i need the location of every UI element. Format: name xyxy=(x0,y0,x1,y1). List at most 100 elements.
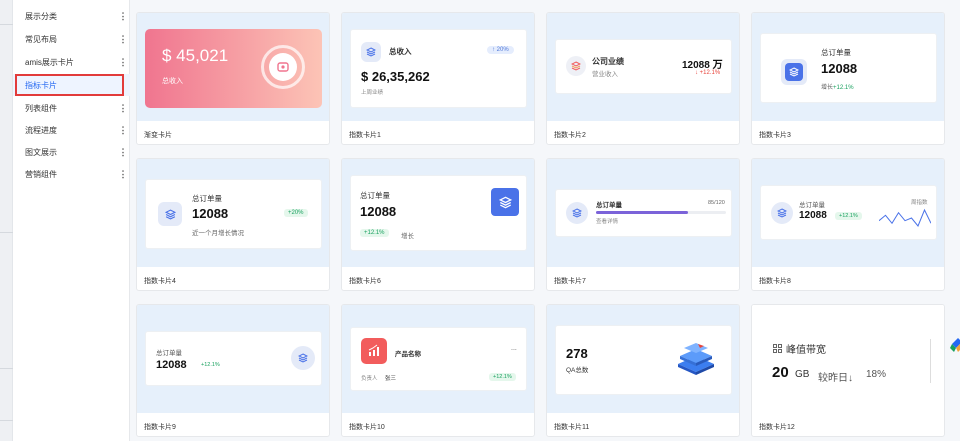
progress-fill xyxy=(596,211,689,214)
card-preview: 总订单量 85/120 查看详情 xyxy=(547,159,739,267)
metric-sub: 增长+12.1% xyxy=(821,82,854,91)
more-vertical-icon[interactable]: ⋮ xyxy=(116,170,130,179)
bar-chart-icon xyxy=(361,338,387,364)
detail-link[interactable]: 查看详情 xyxy=(596,217,618,225)
floating-logo-icon[interactable] xyxy=(950,336,960,354)
owner-label: 负责人 xyxy=(361,376,378,382)
card-preview: 总收入 ↑ 20% $ 26,35,262 上周业绩 xyxy=(342,13,534,121)
metric-title: 总订单量 xyxy=(799,202,825,209)
sidebar-item-common-layout[interactable]: 常见布局 ⋮ xyxy=(13,28,130,50)
sidebar-item-metric-cards[interactable]: 指标卡片 ⋮ xyxy=(13,74,130,96)
more-vertical-icon[interactable]: ⋮ xyxy=(116,148,130,157)
metric-value: 12088 万 xyxy=(682,60,723,71)
qa-total-label: QA总数 xyxy=(566,367,589,374)
more-vertical-icon[interactable]: ⋮ xyxy=(116,81,130,90)
metric-value: 12088 xyxy=(156,359,187,371)
growth-badge: +12.1% xyxy=(489,373,516,381)
card-caption: 指数卡片8 xyxy=(759,278,791,285)
card-preview: 总订单量 12088 增长+12.1% xyxy=(752,13,944,121)
card-preview: 278 QA总数 xyxy=(547,305,739,413)
edge-mark xyxy=(0,24,13,25)
metric-value: $ 26,35,262 xyxy=(361,69,430,84)
sidebar-item-process-progress[interactable]: 流程进度 ⋮ xyxy=(13,119,130,141)
card-preview: 公司业绩 营业收入 12088 万 ↓ +12.1% xyxy=(547,13,739,121)
card-metric-10[interactable]: 产品名称 ... 负责人 张三 +12.1% 指数卡片10 xyxy=(341,304,535,437)
layers-icon xyxy=(566,56,586,76)
card-metric-2[interactable]: 公司业绩 营业收入 12088 万 ↓ +12.1% 指数卡片2 xyxy=(546,12,740,145)
layers-icon xyxy=(785,63,803,81)
sidebar-item-display-category[interactable]: 展示分类 ⋮ xyxy=(13,5,130,27)
metric-value: 12088 xyxy=(360,204,397,219)
card-preview: 产品名称 ... 负责人 张三 +12.1% xyxy=(342,305,534,413)
product-name: 产品名称 xyxy=(395,351,421,358)
edge-mark xyxy=(0,420,13,421)
compare-label: 较昨日↓ xyxy=(818,373,853,384)
card-caption: 指数卡片12 xyxy=(759,424,795,431)
card-metric-8[interactable]: 总订单量 12088 +12.1% 周指数 指数卡片8 xyxy=(751,158,945,291)
card-caption: 指数卡片1 xyxy=(349,132,381,139)
more-vertical-icon[interactable]: ⋮ xyxy=(116,58,130,67)
card-metric-1[interactable]: 总收入 ↑ 20% $ 26,35,262 上周业绩 指数卡片1 xyxy=(341,12,535,145)
growth-badge: +12.1% xyxy=(360,229,389,237)
metric-panel: 总订单量 12088 +12.1% 周指数 xyxy=(760,185,937,240)
sidebar-item-marketing[interactable]: 营销组件 ⋮ xyxy=(13,163,130,185)
card-caption: 渐变卡片 xyxy=(144,132,172,139)
card-caption: 指数卡片9 xyxy=(144,424,176,431)
ring-icon xyxy=(261,45,305,89)
card-metric-4[interactable]: 总订单量 12088 +20% 近一个月增长情况 指数卡片4 xyxy=(136,158,330,291)
more-vertical-icon[interactable]: ⋮ xyxy=(116,104,130,113)
card-gradient[interactable]: $ 45,021 总收入 渐变卡片 xyxy=(136,12,330,145)
metric-value: 12088 xyxy=(799,210,827,221)
left-edge-strip xyxy=(0,0,13,441)
sidebar-item-label: 营销组件 xyxy=(25,169,57,179)
more-vertical-icon[interactable]: ⋮ xyxy=(116,35,130,44)
growth-badge: ↑ 20% xyxy=(487,46,514,54)
more-vertical-icon[interactable]: ⋮ xyxy=(116,126,130,135)
metric-title: 总订单量 xyxy=(192,194,222,203)
card-metric-7[interactable]: 总订单量 85/120 查看详情 指数卡片7 xyxy=(546,158,740,291)
bandwidth-value: 20 xyxy=(772,364,789,381)
card-metric-12[interactable]: 峰值带宽 20 GB 较昨日↓ 18% 指数卡片12 xyxy=(751,304,945,437)
sidebar-item-image-text[interactable]: 图文展示 ⋮ xyxy=(13,141,130,163)
card-metric-3[interactable]: 总订单量 12088 增长+12.1% 指数卡片3 xyxy=(751,12,945,145)
metric-title: 总订单量 xyxy=(821,48,851,57)
progress-text: 85/120 xyxy=(708,200,725,206)
sparkline-chart xyxy=(879,208,931,227)
sidebar-item-list-components[interactable]: 列表组件 ⋮ xyxy=(13,97,130,119)
sidebar-item-amis-cards[interactable]: amis展示卡片 ⋮ xyxy=(13,51,130,73)
metric-delta: +12.1% xyxy=(201,362,220,368)
layers-icon xyxy=(771,202,793,224)
gradient-panel: $ 45,021 总收入 xyxy=(145,29,322,108)
more-vertical-icon[interactable]: ⋮ xyxy=(116,12,130,21)
growth-badge: +20% xyxy=(284,209,308,217)
grid-icon xyxy=(772,343,782,353)
card-metric-9[interactable]: 总订单量 12088 +12.1% 指数卡片9 xyxy=(136,304,330,437)
bandwidth-unit: GB xyxy=(795,369,810,380)
card-metric-11[interactable]: 278 QA总数 指数卡片11 xyxy=(546,304,740,437)
metric-panel: 总收入 ↑ 20% $ 26,35,262 上周业绩 xyxy=(350,29,527,108)
metric-title: 公司业绩 xyxy=(592,57,624,66)
metric-panel: 产品名称 ... 负责人 张三 +12.1% xyxy=(350,327,527,391)
card-caption: 指数卡片10 xyxy=(349,424,385,431)
sidebar-item-label: 展示分类 xyxy=(25,11,57,21)
sparkline-line xyxy=(879,208,931,227)
sidebar-item-label: 指标卡片 xyxy=(25,80,57,90)
card-metric-6[interactable]: 总订单量 12088 +12.1% 增长 指数卡片6 xyxy=(341,158,535,291)
revenue-label: 总收入 xyxy=(162,78,183,85)
card-preview: 总订单量 12088 +20% 近一个月增长情况 xyxy=(137,159,329,267)
metric-panel: 总订单量 12088 +12.1% xyxy=(145,331,322,386)
layers-icon xyxy=(566,202,588,224)
sidebar-item-label: amis展示卡片 xyxy=(25,57,74,67)
metric-value: 12088 xyxy=(192,206,229,221)
card-caption: 指数卡片3 xyxy=(759,132,791,139)
sidebar-item-label: 常见布局 xyxy=(25,34,57,44)
metric-title: 总收入 xyxy=(389,47,412,56)
layers-icon xyxy=(491,188,519,216)
metric-delta: ↓ +12.1% xyxy=(695,70,721,76)
revenue-value: $ 45,021 xyxy=(162,46,229,65)
more-icon[interactable]: ... xyxy=(511,345,517,352)
card-caption: 指数卡片2 xyxy=(554,132,586,139)
card-preview: $ 45,021 总收入 xyxy=(137,13,329,121)
sidebar-item-label: 图文展示 xyxy=(25,147,57,157)
metric-sub: 近一个月增长情况 xyxy=(192,230,244,237)
